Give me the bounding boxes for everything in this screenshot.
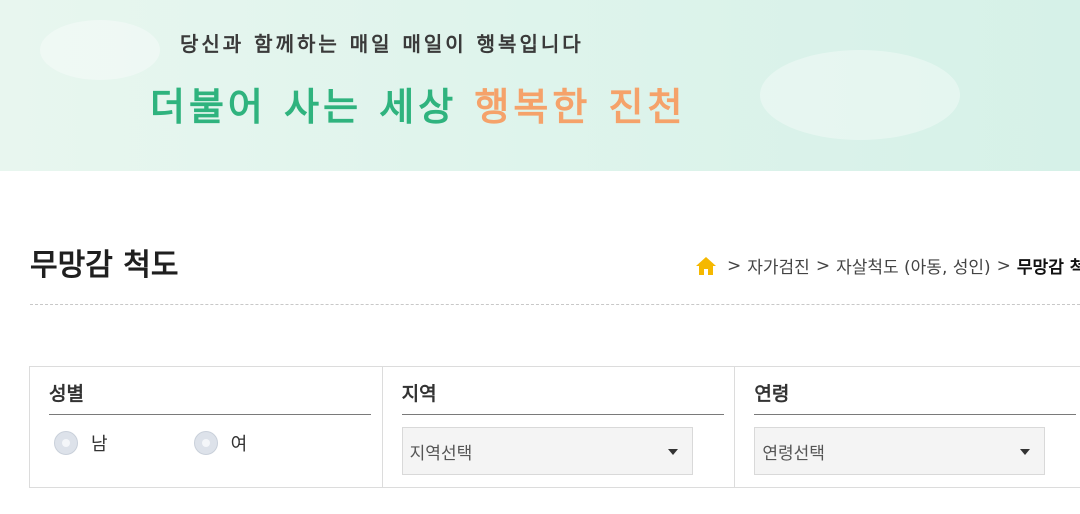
filter-gender: 성별 남 여 <box>30 367 383 487</box>
breadcrumb-separator: > <box>727 255 742 276</box>
breadcrumb-separator: > <box>815 255 831 276</box>
age-underline <box>754 414 1077 415</box>
section-divider <box>30 304 1080 305</box>
breadcrumb-item-suicide-scale[interactable]: 자살척도 (아동, 성인) <box>836 253 991 278</box>
radio-label: 여 <box>230 434 248 455</box>
region-select-value: 지역선택 <box>409 443 473 464</box>
region-select[interactable]: 지역선택 <box>401 427 693 475</box>
radio-button[interactable] <box>193 431 218 455</box>
filter-region: 지역 지역선택 <box>383 367 736 487</box>
gender-option-male[interactable]: 남 <box>54 430 108 456</box>
gender-radio-group: 남 여 <box>54 430 333 456</box>
age-label: 연령 <box>754 383 790 405</box>
slogan-accent: 행복한 진천 <box>474 85 687 129</box>
banner-slogan: 더불어 사는 세상 행복한 진천 <box>150 76 686 131</box>
age-select[interactable]: 연령선택 <box>754 427 1046 475</box>
gender-underline <box>49 414 371 415</box>
home-icon[interactable] <box>695 256 717 276</box>
radio-button[interactable] <box>54 431 78 455</box>
banner-tagline: 당신과 함께하는 매일 매일이 행복입니다 <box>180 32 584 56</box>
slogan-main: 더불어 사는 세상 <box>150 85 458 129</box>
filter-panel: 성별 남 여 지역 지역선택 연령 연령선택 <box>29 366 1080 488</box>
breadcrumb: > 자가검진 > 자살척도 (아동, 성인) > 무망감 척도 <box>695 253 1080 278</box>
chevron-down-icon <box>1020 449 1031 455</box>
gender-option-female[interactable]: 여 <box>193 430 248 456</box>
radio-label: 남 <box>91 434 108 455</box>
banner-texture <box>760 50 960 140</box>
chevron-down-icon <box>667 449 678 455</box>
gender-label: 성별 <box>49 383 84 405</box>
filter-age: 연령 연령선택 <box>735 367 1080 487</box>
age-select-value: 연령선택 <box>762 443 825 464</box>
region-label: 지역 <box>401 383 437 405</box>
header-banner: 당신과 함께하는 매일 매일이 행복입니다 더불어 사는 세상 행복한 진천 <box>0 0 1080 171</box>
breadcrumb-separator: > <box>996 255 1011 276</box>
banner-texture <box>40 20 160 80</box>
region-underline <box>401 414 724 415</box>
breadcrumb-item-current: 무망감 척도 <box>1016 258 1080 278</box>
page-title: 무망감 척도 <box>30 248 179 283</box>
breadcrumb-item-self-check[interactable]: 자가검진 <box>747 253 810 278</box>
